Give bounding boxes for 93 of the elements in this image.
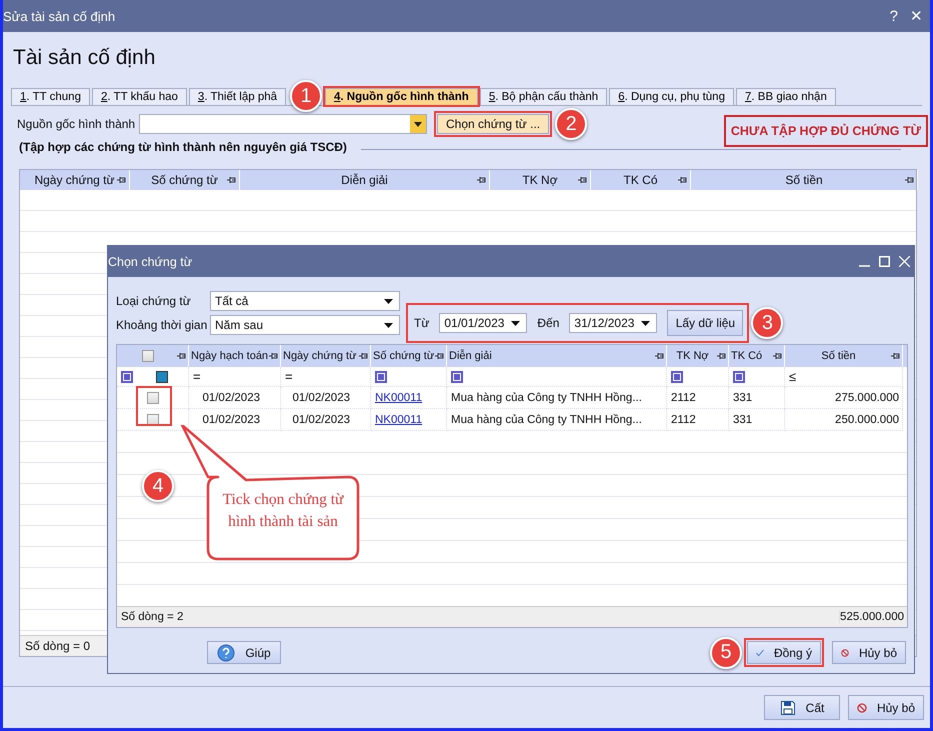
close-icon[interactable]: [899, 256, 910, 267]
table-cell: 01/02/2023: [292, 414, 350, 426]
table-cell: 01/02/2023: [202, 414, 260, 426]
column-header[interactable]: Ngày hạch toán: [189, 345, 281, 367]
field-label: Đến: [537, 316, 560, 330]
filter-icon[interactable]: [121, 370, 133, 382]
tab[interactable]: 1. TT chung: [11, 88, 90, 105]
page-heading: Tài sản cố định: [12, 46, 156, 71]
pin-icon: [578, 176, 587, 184]
column-header[interactable]: TK Có: [729, 345, 785, 367]
row-count: Số dòng = 2: [121, 611, 184, 623]
field-label: Nguồn gốc hình thành: [17, 117, 136, 131]
section-title: (Tập hợp các chứng từ hình thành nên nguyên giá TSCĐ): [19, 140, 347, 154]
filter-icon[interactable]: [156, 370, 168, 382]
pin-icon: [678, 176, 687, 184]
date-field[interactable]: 31/12/2023: [569, 313, 658, 333]
column-header[interactable]: TK Nợ: [667, 345, 729, 367]
filter-operator[interactable]: =: [285, 369, 293, 384]
dropdown-arrow-icon: [641, 320, 650, 326]
table-cell: 01/02/2023: [292, 392, 350, 404]
save-button[interactable]: Cất: [764, 695, 840, 720]
column-header[interactable]: Số chứng từ: [371, 345, 447, 367]
filter-icon[interactable]: [375, 370, 387, 382]
voucher-link[interactable]: NK00011: [375, 392, 422, 404]
table-cell: 2112: [671, 414, 696, 426]
close-button[interactable]: ✕: [907, 7, 926, 25]
tab[interactable]: 3. Thiết lập phâ: [188, 88, 286, 105]
field-label: Từ: [414, 316, 430, 330]
dropdown-arrow-icon: [384, 322, 393, 328]
table-cell: Mua hàng của Công ty TNHH Hồng...: [451, 392, 642, 404]
tab[interactable]: 6. Dụng cụ, phụ tùng: [609, 88, 734, 105]
column-header[interactable]: Số tiền: [785, 345, 903, 367]
total-amount: 525.000.000: [839, 611, 904, 623]
step-badge: 1: [290, 80, 322, 112]
filter-icon[interactable]: [671, 370, 683, 382]
maximize-icon[interactable]: [879, 256, 890, 267]
filter-operator[interactable]: ≤: [789, 369, 796, 384]
ok-button[interactable]: Đồng ý: [747, 641, 821, 664]
cancel-button[interactable]: Hủy bỏ: [832, 641, 906, 664]
tab[interactable]: 4. Nguồn gốc hình thành: [325, 88, 478, 105]
pin-icon: [117, 176, 126, 184]
pin-icon: [269, 352, 278, 360]
field-label: Loại chứng từ: [116, 294, 192, 308]
field-label: Khoảng thời gian: [116, 318, 208, 332]
callout-text: Tick chọn chứng từ hình thành tài sản: [222, 490, 345, 532]
voucher-link[interactable]: NK00011: [375, 414, 422, 426]
row-checkbox[interactable]: [146, 392, 158, 404]
question-mark-icon: [217, 644, 236, 662]
dropdown-field[interactable]: Năm sau: [210, 315, 400, 335]
pin-icon: [655, 352, 664, 360]
table-cell: 01/02/2023: [202, 392, 260, 404]
date-field[interactable]: 01/01/2023: [439, 313, 528, 333]
dropdown-arrow-icon: [384, 298, 393, 304]
column-header[interactable]: Ngày chứng từ: [281, 345, 371, 367]
pin-icon: [905, 176, 914, 184]
table-cell: 250.000.000: [835, 414, 899, 426]
dropdown-arrow-icon: [511, 320, 520, 326]
cancel-button[interactable]: Hủy bỏ: [848, 695, 924, 720]
step-badge: 2: [555, 108, 588, 140]
help-button[interactable]: Giúp: [207, 641, 281, 664]
table-cell: 2112: [671, 392, 696, 404]
tab[interactable]: 7. BB giao nhận: [736, 88, 836, 105]
pin-icon: [773, 352, 782, 360]
filter-icon[interactable]: [451, 370, 463, 382]
fetch-data-button[interactable]: Lấy dữ liệu: [667, 310, 744, 336]
choose-button[interactable]: Chọn chứng từ ...: [437, 114, 550, 134]
pin-icon: [717, 352, 726, 360]
window-title: Sửa tài sản cố định: [3, 8, 116, 24]
table-cell: Mua hàng của Công ty TNHH Hồng...: [451, 414, 642, 426]
table-cell: 275.000.000: [835, 392, 899, 404]
help-button[interactable]: ?: [886, 7, 901, 25]
status-badge: CHƯA TẬP HỢP ĐỦ CHỨNG TỪ: [724, 115, 928, 147]
tab[interactable]: 2. TT khấu hao: [92, 88, 187, 105]
pin-icon: [891, 352, 900, 360]
dialog-title: Chọn chứng từ: [108, 254, 192, 268]
step-badge: 3: [751, 307, 784, 339]
tab[interactable]: 5. Bộ phận cấu thành: [480, 88, 608, 105]
filter-operator[interactable]: =: [193, 369, 201, 384]
table-cell: 331: [733, 414, 752, 426]
dropdown-field[interactable]: Tất cả: [210, 291, 400, 311]
pin-icon: [477, 176, 486, 184]
filter-icon[interactable]: [733, 370, 745, 382]
dropdown-arrow-icon: [414, 122, 422, 126]
select-all-checkbox[interactable]: [142, 350, 154, 362]
pin-icon: [435, 352, 444, 360]
row-checkbox[interactable]: [146, 414, 158, 426]
pin-icon: [227, 176, 236, 184]
step-badge: 5: [710, 636, 742, 668]
pin-icon: [177, 352, 186, 360]
row-count: Số dòng = 0: [25, 639, 90, 653]
table-cell: 331: [733, 392, 752, 404]
pin-icon: [359, 352, 368, 360]
column-header[interactable]: Diễn giải: [447, 345, 667, 367]
